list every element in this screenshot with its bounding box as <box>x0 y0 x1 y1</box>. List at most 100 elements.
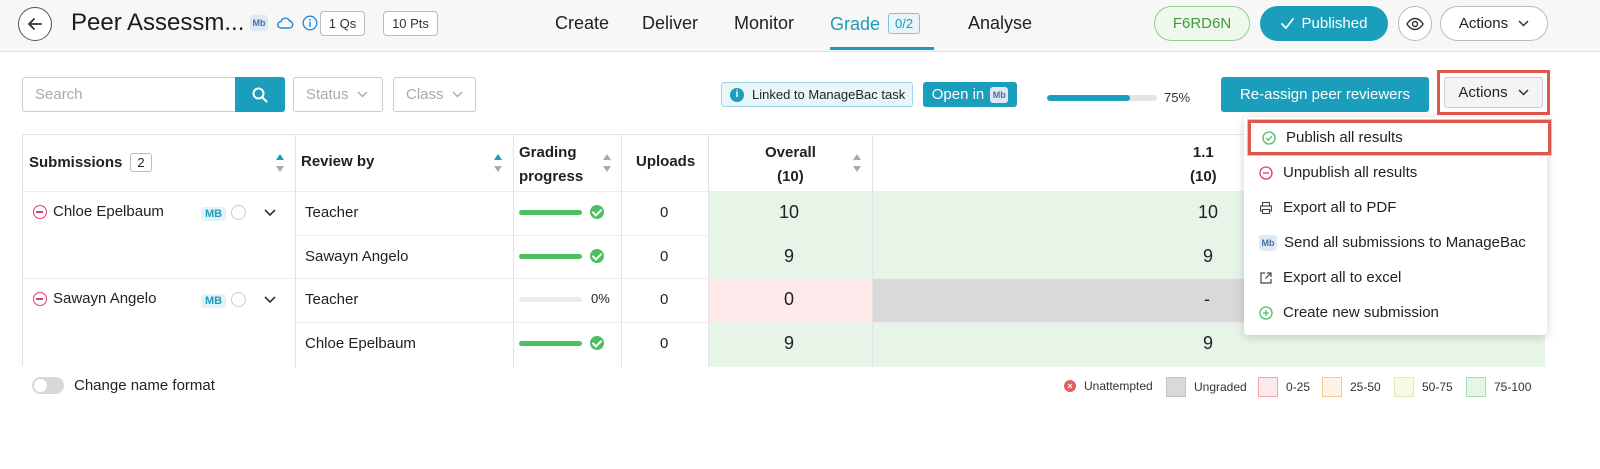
submissions-count: 2 <box>130 153 152 172</box>
student-name[interactable]: Chloe Epelbaum <box>53 203 164 220</box>
legend-swatch <box>1166 377 1186 397</box>
info-icon: i <box>730 87 744 102</box>
question-score[interactable]: 9 <box>1203 246 1213 267</box>
back-button[interactable] <box>18 7 52 41</box>
chevron-down-icon <box>1518 89 1529 96</box>
legend-unattempted: × Unattempted <box>1064 379 1153 393</box>
legend-label: 25-50 <box>1350 380 1381 394</box>
published-button[interactable]: Published <box>1260 6 1388 41</box>
info-icon[interactable] <box>302 15 318 31</box>
published-label: Published <box>1301 15 1368 32</box>
export-all-pdf-item[interactable]: Export all to PDF <box>1244 190 1547 225</box>
chevron-down-icon <box>357 91 368 98</box>
preview-button[interactable] <box>1398 6 1432 41</box>
status-filter-label: Status <box>306 86 349 103</box>
managebac-icon: Mb <box>990 86 1009 103</box>
actions-button[interactable]: Actions <box>1444 77 1543 108</box>
legend-label: Unattempted <box>1084 379 1153 393</box>
header-actions-button[interactable]: Actions <box>1440 6 1548 41</box>
status-filter[interactable]: Status <box>293 77 383 112</box>
unpublish-all-results-item[interactable]: Unpublish all results <box>1244 155 1547 190</box>
reassign-peer-reviewers-button[interactable]: Re-assign peer reviewers <box>1221 77 1429 112</box>
submissions-header-label: Submissions <box>29 154 123 171</box>
managebac-tag: MB <box>201 294 227 308</box>
header-actions-label: Actions <box>1458 15 1509 32</box>
uploads-count: 0 <box>660 248 669 265</box>
reviewer-name: Sawayn Angelo <box>305 248 409 265</box>
check-circle-icon <box>1262 130 1276 145</box>
chevron-down-icon[interactable] <box>264 296 276 304</box>
overall-score[interactable]: 9 <box>784 333 794 354</box>
question-1-1-header: 1.1 (10) <box>1190 141 1217 189</box>
check-icon <box>1280 18 1294 29</box>
sort-icon[interactable] <box>852 153 862 173</box>
grading-progress-bar <box>1047 95 1157 101</box>
legend-swatch <box>1466 377 1486 397</box>
unpublished-icon <box>33 205 47 219</box>
column-divider <box>513 135 514 367</box>
top-bar: Peer Assessm... Mb 1 Qs 10 Pts Create De… <box>0 0 1600 52</box>
clock-icon <box>231 205 246 220</box>
tab-create[interactable]: Create <box>555 13 609 34</box>
question-score[interactable]: 9 <box>1203 333 1213 354</box>
overall-score[interactable]: 10 <box>779 202 799 223</box>
legend-label: 0-25 <box>1286 380 1311 394</box>
tab-analyse[interactable]: Analyse <box>968 13 1032 34</box>
tab-deliver[interactable]: Deliver <box>642 13 698 34</box>
export-all-excel-item[interactable]: Export all to excel <box>1244 260 1547 295</box>
legend-swatch <box>1394 377 1414 397</box>
send-to-managebac-item[interactable]: Mb Send all submissions to ManageBac <box>1244 225 1547 260</box>
managebac-icon: Mb <box>1259 234 1277 251</box>
overall-score[interactable]: 9 <box>784 246 794 267</box>
row-progress-percent: 0% <box>591 291 610 306</box>
tab-grade-label: Grade <box>830 14 881 34</box>
clock-icon <box>231 292 246 307</box>
legend-label: 50-75 <box>1422 380 1453 394</box>
grading-progress-header-line2: progress <box>519 168 584 185</box>
sort-icon[interactable] <box>602 153 612 173</box>
chevron-down-icon[interactable] <box>264 209 276 217</box>
overall-header-line2: (10) <box>777 168 804 185</box>
grading-progress-fill <box>1047 95 1130 101</box>
search-input[interactable] <box>22 77 236 112</box>
tab-monitor[interactable]: Monitor <box>734 13 794 34</box>
uploads-count: 0 <box>660 291 669 308</box>
sort-icon[interactable] <box>275 153 285 173</box>
check-circle-icon <box>590 205 604 219</box>
grade-count-badge: 0/2 <box>888 13 921 34</box>
menu-item-label: Export all to excel <box>1283 269 1402 286</box>
open-in-managebac-button[interactable]: Open in Mb <box>923 82 1017 107</box>
legend-swatch <box>1322 377 1342 397</box>
join-code[interactable]: F6RD6N <box>1154 6 1250 41</box>
chevron-down-icon <box>452 91 463 98</box>
publish-all-results-item[interactable]: Publish all results <box>1248 120 1551 155</box>
menu-item-label: Send all submissions to ManageBac <box>1284 234 1526 251</box>
tab-grade[interactable]: Grade 0/2 <box>830 13 921 35</box>
search-button[interactable] <box>235 77 285 112</box>
overall-score[interactable]: 0 <box>784 289 794 310</box>
page-title: Peer Assessm... <box>71 9 245 36</box>
question-1-1-header-line2: (10) <box>1190 168 1217 185</box>
grading-progress-header: Grading progress <box>519 141 583 189</box>
column-divider <box>621 135 622 367</box>
name-format-toggle[interactable] <box>32 377 64 394</box>
row-grading-bar <box>519 210 582 215</box>
points-count: 10 Pts <box>383 11 438 36</box>
sort-icon[interactable] <box>493 153 503 173</box>
linked-managebac-badge: i Linked to ManageBac task <box>721 82 913 107</box>
student-name[interactable]: Sawayn Angelo <box>53 290 156 307</box>
eye-icon <box>1406 17 1424 30</box>
reviewer-name: Teacher <box>305 291 359 308</box>
legend-0-25: 0-25 <box>1258 377 1310 397</box>
review-by-header: Review by <box>301 153 375 170</box>
reviewer-name: Teacher <box>305 204 359 221</box>
unpublished-icon <box>33 292 47 306</box>
managebac-tag: MB <box>201 207 227 221</box>
overall-header-line1: Overall <box>765 144 816 161</box>
create-new-submission-item[interactable]: Create new submission <box>1244 295 1547 330</box>
printer-icon <box>1259 201 1273 215</box>
question-score[interactable]: - <box>1204 289 1210 310</box>
question-score[interactable]: 10 <box>1198 202 1218 223</box>
check-circle-icon <box>590 249 604 263</box>
class-filter[interactable]: Class <box>393 77 476 112</box>
